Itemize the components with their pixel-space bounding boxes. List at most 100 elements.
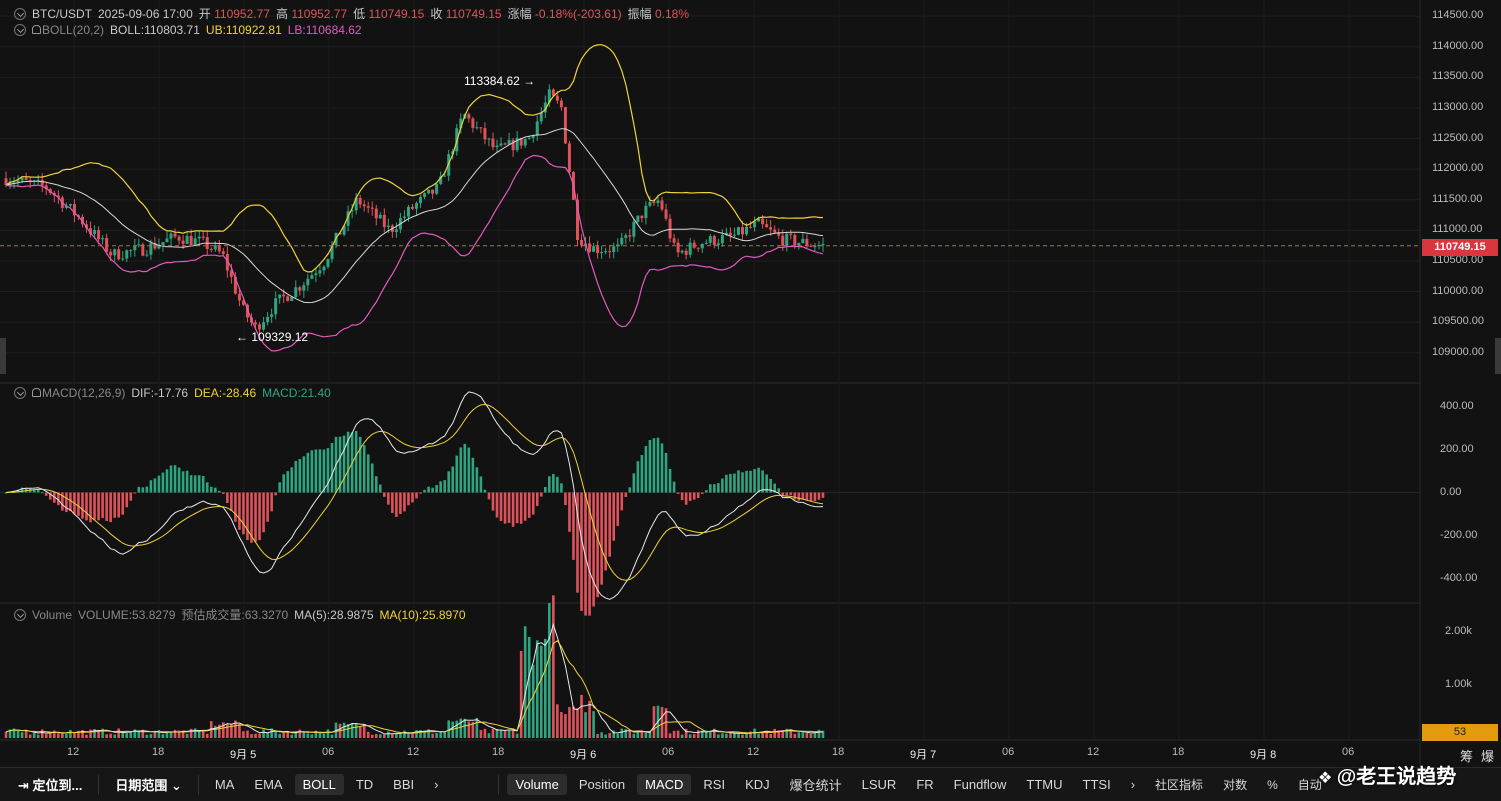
macd-histogram-bar bbox=[270, 492, 273, 512]
candle-body bbox=[588, 243, 592, 252]
indicator-ttsi[interactable]: TTSI bbox=[1075, 774, 1119, 795]
volume-bar bbox=[608, 733, 611, 738]
indicator-fundflow[interactable]: Fundflow bbox=[946, 774, 1015, 795]
community-indicator-button[interactable]: 社区指标 bbox=[1147, 773, 1211, 796]
volume-bar bbox=[721, 733, 724, 738]
left-collapse-handle[interactable] bbox=[0, 338, 6, 374]
locate-button[interactable]: ⇥ 定位到... bbox=[10, 772, 90, 797]
volume-bar bbox=[584, 712, 587, 738]
macd-histogram-bar bbox=[471, 457, 475, 493]
macd-histogram-bar bbox=[527, 492, 531, 518]
chip-label[interactable]: 筹 bbox=[1460, 746, 1473, 765]
percent-scale-button[interactable]: % bbox=[1259, 775, 1286, 795]
time-tick: 12 bbox=[67, 746, 80, 758]
watermark: ❖ @老王说趋势 bbox=[1318, 760, 1456, 789]
volume-bar bbox=[725, 733, 728, 738]
macd-histogram-bar bbox=[507, 492, 511, 523]
indicator-ema[interactable]: EMA bbox=[246, 774, 290, 795]
volume-bar bbox=[503, 731, 507, 738]
volume-bar bbox=[552, 595, 555, 738]
boll-name: BOLL(20,2) bbox=[42, 23, 105, 37]
volume-bar bbox=[85, 734, 88, 738]
scroll-right-icon[interactable]: › bbox=[1123, 774, 1143, 795]
volume-bar bbox=[600, 732, 603, 738]
price-tick: 114000.00 bbox=[1432, 39, 1484, 52]
volume-bar bbox=[809, 733, 813, 738]
macd-histogram-bar bbox=[672, 481, 676, 493]
macd-histogram-bar bbox=[628, 487, 632, 493]
indicator-bbi[interactable]: BBI bbox=[385, 774, 422, 795]
indicator-boll[interactable]: BOLL bbox=[294, 774, 344, 795]
candle-body bbox=[266, 316, 270, 323]
candle-body bbox=[567, 143, 571, 172]
volume-bar bbox=[548, 603, 551, 738]
volume-bar bbox=[193, 728, 197, 738]
candle-body bbox=[201, 236, 205, 238]
collapse-chevron-icon[interactable] bbox=[14, 387, 26, 399]
macd-histogram-bar bbox=[403, 492, 406, 512]
candle-body bbox=[660, 200, 664, 210]
volume-bar bbox=[644, 732, 648, 738]
candle-body bbox=[423, 193, 427, 198]
macd-histogram-bar bbox=[101, 492, 104, 519]
volume-bar bbox=[688, 734, 692, 738]
candle-body bbox=[712, 236, 716, 246]
candle-body bbox=[125, 250, 129, 259]
indicator-position[interactable]: Position bbox=[571, 774, 633, 795]
indicator-ma[interactable]: MA bbox=[207, 774, 243, 795]
collapse-chevron-icon[interactable] bbox=[14, 608, 26, 621]
candle-body bbox=[378, 214, 382, 219]
bell-icon[interactable] bbox=[32, 388, 41, 397]
volume-bar bbox=[36, 734, 40, 738]
candle-body bbox=[101, 238, 105, 240]
candle-body bbox=[672, 238, 676, 243]
volume-bar bbox=[672, 730, 676, 738]
macd-histogram-bar bbox=[503, 492, 507, 524]
volume-bar bbox=[330, 734, 334, 738]
indicator-macd[interactable]: MACD bbox=[637, 774, 692, 795]
indicator-rsi[interactable]: RSI bbox=[695, 774, 733, 795]
collapse-chevron-icon[interactable] bbox=[14, 7, 26, 20]
indicator-kdj[interactable]: KDJ bbox=[737, 774, 778, 795]
macd-histogram-bar bbox=[81, 492, 84, 519]
indicator-ttmu[interactable]: TTMU bbox=[1018, 774, 1070, 795]
macd-histogram-bar bbox=[700, 492, 704, 494]
indicator-volume[interactable]: Volume bbox=[507, 774, 567, 795]
locate-icon: ⇥ bbox=[18, 778, 33, 793]
volume-bar bbox=[817, 729, 821, 738]
liquidation-label[interactable]: 爆 bbox=[1481, 746, 1494, 765]
chart-canvas[interactable] bbox=[0, 0, 1501, 767]
macd-histogram-bar bbox=[205, 482, 209, 493]
macd-histogram-bar bbox=[383, 492, 386, 497]
scroll-right-icon[interactable]: › bbox=[426, 774, 446, 795]
candle-body bbox=[479, 127, 483, 129]
macd-histogram-bar bbox=[366, 454, 370, 493]
log-scale-button[interactable]: 对数 bbox=[1215, 773, 1255, 796]
indicator-lsur[interactable]: LSUR bbox=[854, 774, 905, 795]
macd-histogram-bar bbox=[145, 486, 149, 493]
macd-histogram-bar bbox=[298, 459, 302, 493]
macd-header: MACD(12,26,9) DIF:-17.76 DEA:-28.46 MACD… bbox=[14, 386, 331, 400]
macd-histogram-bar bbox=[487, 492, 491, 500]
candle-body bbox=[326, 259, 330, 267]
volume-bar bbox=[117, 728, 120, 738]
volume-bar bbox=[491, 728, 495, 738]
volume-bar bbox=[226, 724, 229, 738]
indicator-td[interactable]: TD bbox=[348, 774, 381, 795]
candle-body bbox=[720, 235, 724, 244]
volume-bar bbox=[197, 730, 201, 738]
macd-histogram-bar bbox=[342, 435, 346, 493]
macd-histogram-bar bbox=[374, 476, 378, 493]
macd-tick: 200.00 bbox=[1440, 442, 1474, 455]
indicator-fr[interactable]: FR bbox=[908, 774, 941, 795]
volume-bar bbox=[378, 734, 382, 738]
macd-histogram-bar bbox=[65, 492, 68, 513]
date-range-button[interactable]: 日期范围 ⌄ bbox=[107, 772, 190, 797]
macd-histogram-bar bbox=[600, 492, 603, 585]
macd-histogram-bar bbox=[419, 492, 422, 494]
candle-body bbox=[761, 218, 765, 225]
collapse-chevron-icon[interactable] bbox=[14, 24, 26, 36]
indicator-liquidation[interactable]: 爆仓统计 bbox=[782, 772, 850, 797]
bell-icon[interactable] bbox=[32, 25, 41, 34]
right-collapse-handle[interactable] bbox=[1495, 338, 1501, 374]
